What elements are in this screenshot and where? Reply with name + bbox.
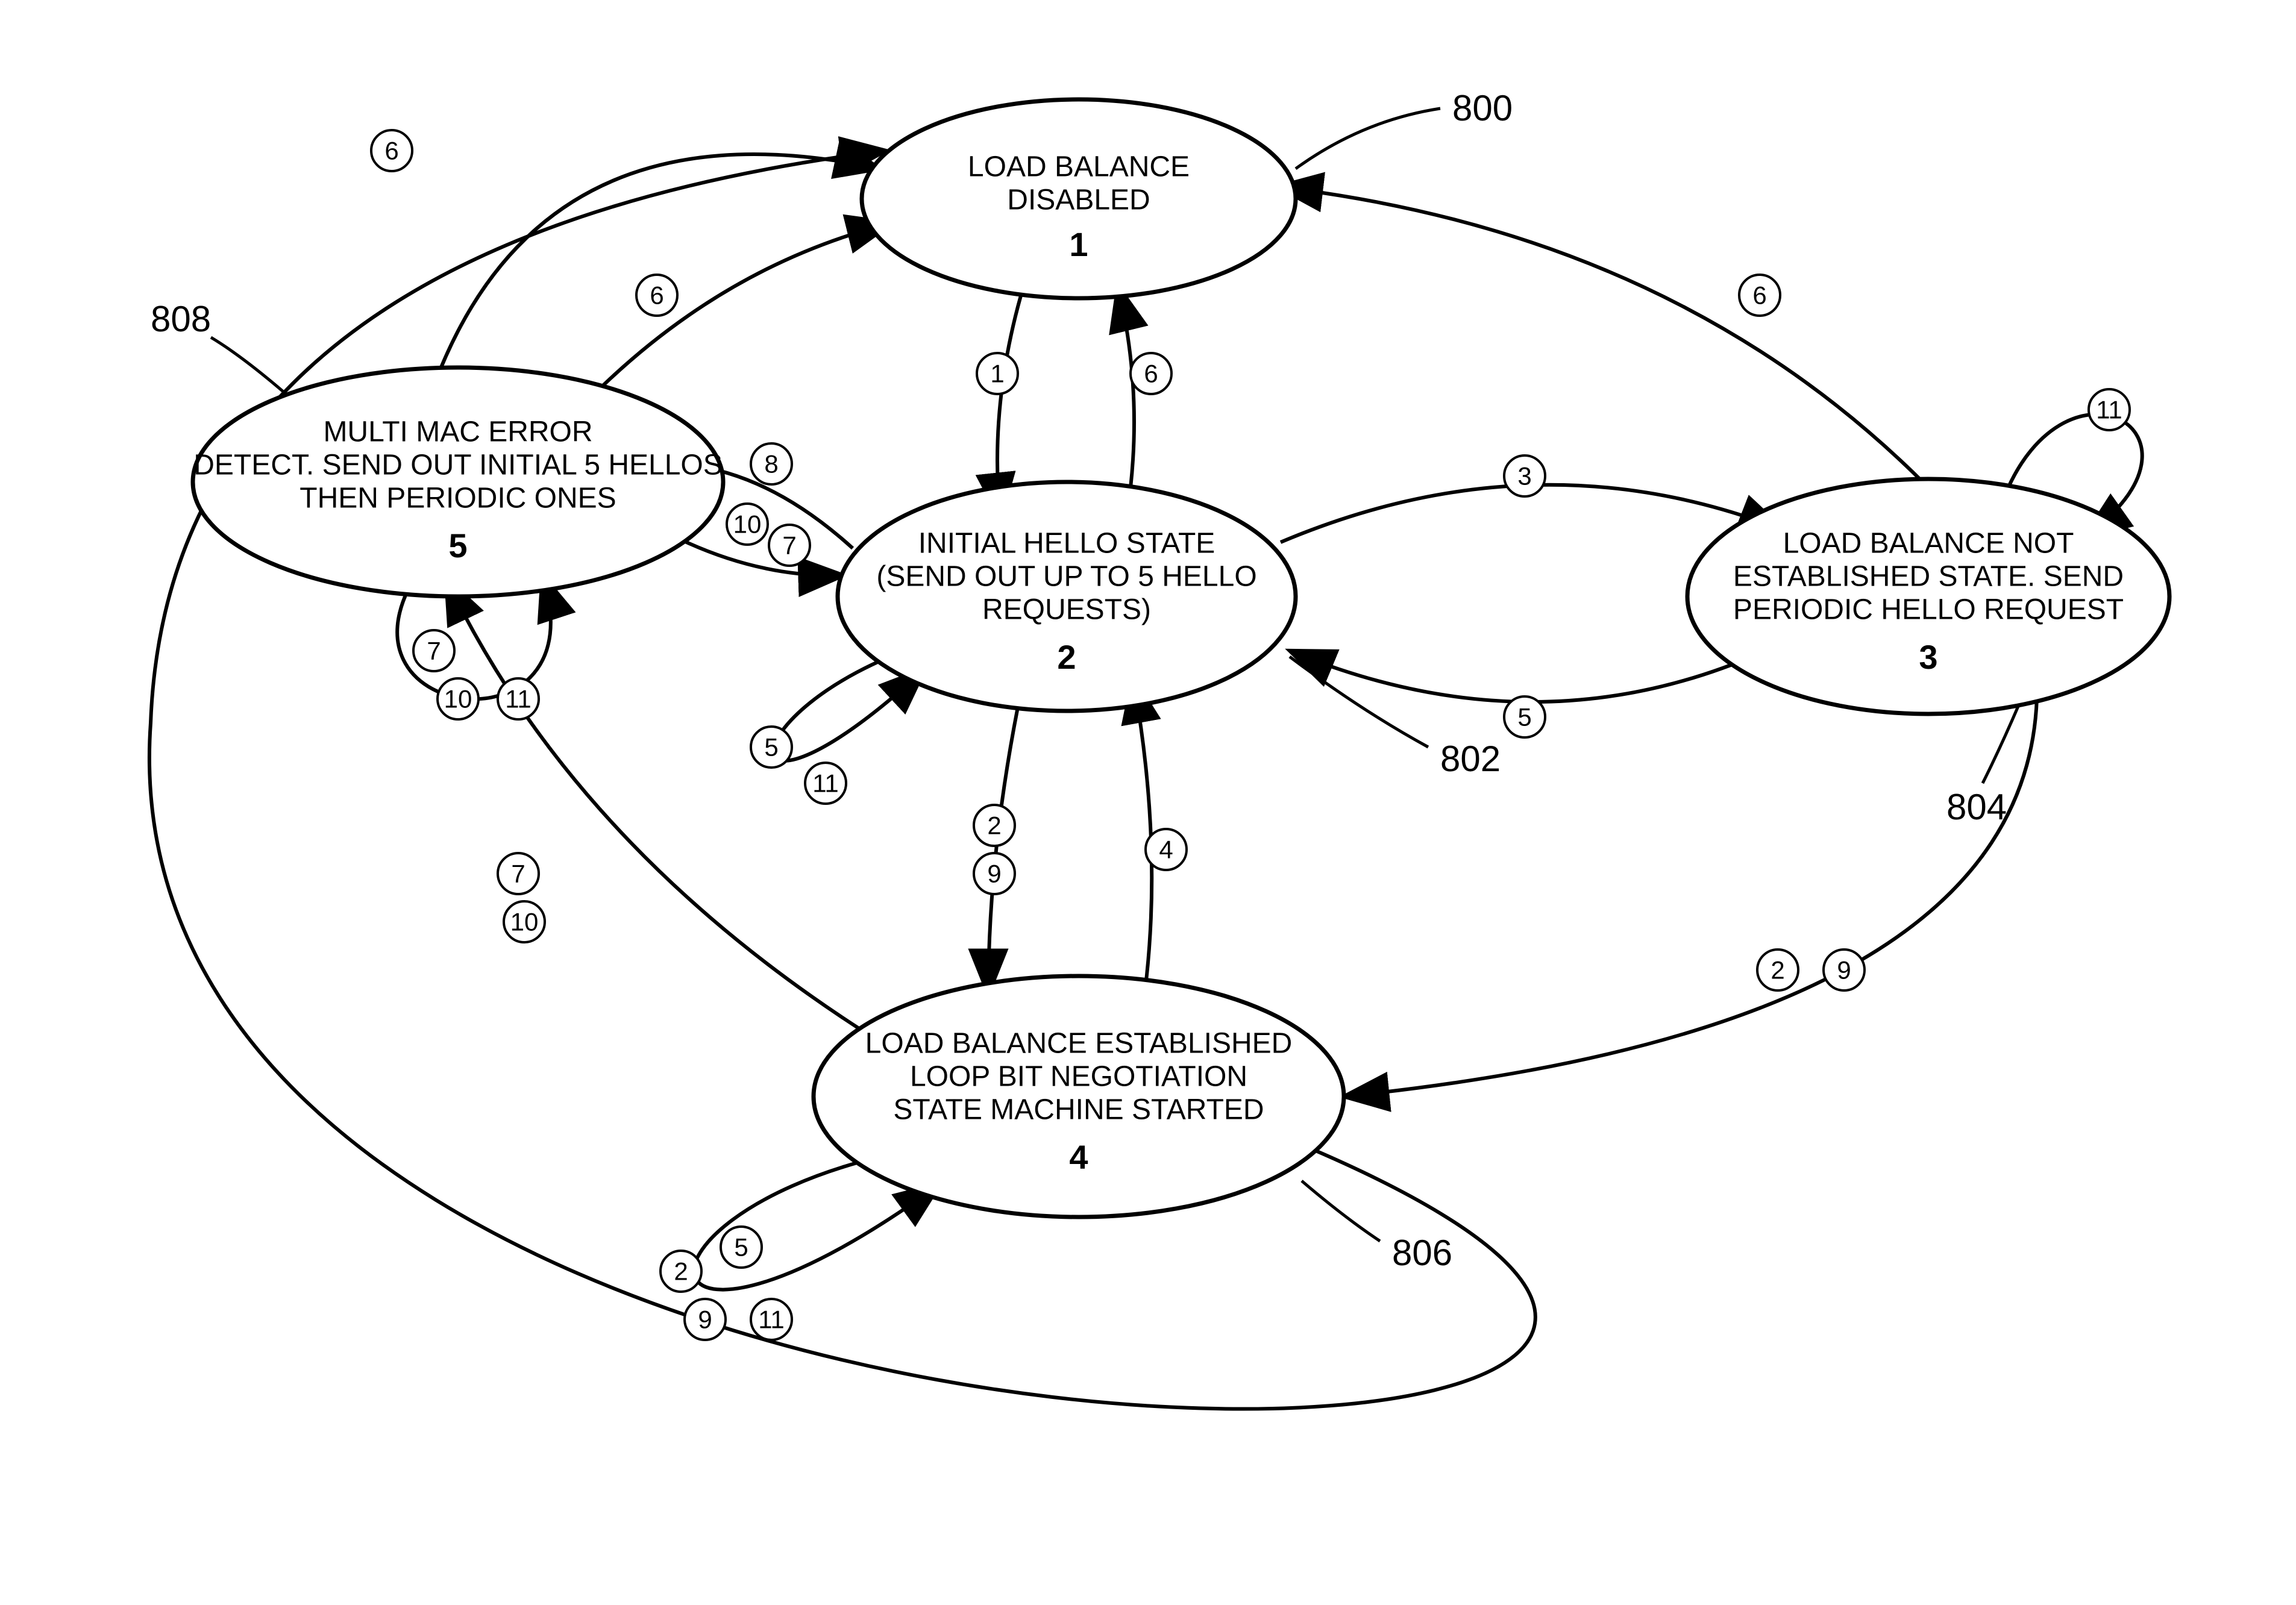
svg-text:800: 800 [1452, 88, 1513, 128]
svg-text:806: 806 [1392, 1233, 1452, 1273]
event-11-self3: 11 [2089, 389, 2130, 430]
svg-text:3: 3 [1517, 462, 1531, 490]
event-11-self5: 11 [498, 678, 539, 719]
svg-text:11: 11 [505, 685, 532, 713]
svg-text:11: 11 [2096, 396, 2122, 424]
event-9-self4: 9 [685, 1299, 726, 1340]
event-3: 3 [1504, 455, 1545, 496]
svg-text:6: 6 [1144, 360, 1158, 388]
svg-text:5: 5 [764, 733, 778, 762]
event-4: 4 [1146, 829, 1187, 870]
svg-text:11: 11 [758, 1306, 785, 1334]
svg-text:10: 10 [510, 908, 539, 936]
svg-text:7: 7 [427, 637, 441, 665]
event-11-self4: 11 [751, 1299, 792, 1340]
state-multi-mac-error: MULTI MAC ERROR DETECT. SEND OUT INITIAL… [193, 368, 723, 596]
svg-text:4: 4 [1159, 836, 1173, 864]
event-2-self4: 2 [660, 1251, 701, 1292]
state5-line2: DETECT. SEND OUT INITIAL 5 HELLOS [193, 449, 723, 481]
svg-text:808: 808 [151, 299, 211, 339]
svg-text:7: 7 [511, 860, 525, 888]
state-not-established: LOAD BALANCE NOT ESTABLISHED STATE. SEND… [1687, 479, 2169, 714]
state4-line1: LOAD BALANCE ESTABLISHED [865, 1028, 1293, 1060]
event-10-4to5: 10 [504, 901, 545, 942]
svg-text:10: 10 [733, 510, 762, 539]
svg-text:11: 11 [812, 769, 839, 798]
state2-line3: REQUESTS) [982, 594, 1151, 626]
svg-text:8: 8 [764, 450, 778, 478]
svg-text:9: 9 [1837, 956, 1851, 984]
event-2-2to4: 2 [974, 805, 1015, 846]
state1-num: 1 [1069, 225, 1088, 263]
event-9-3to4: 9 [1824, 950, 1865, 990]
state3-line2: ESTABLISHED STATE. SEND [1733, 561, 2124, 593]
state3-line3: PERIODIC HELLO REQUEST [1733, 594, 2124, 626]
state5-line3: THEN PERIODIC ONES [300, 483, 616, 515]
state2-line2: (SEND OUT UP TO 5 HELLO [876, 561, 1256, 593]
state3-num: 3 [1919, 638, 1937, 676]
svg-text:804: 804 [1946, 787, 2007, 827]
svg-text:6: 6 [650, 281, 663, 310]
state4-num: 4 [1069, 1138, 1088, 1176]
svg-text:10: 10 [444, 685, 472, 713]
event-1: 1 [977, 353, 1018, 394]
state1-line2: DISABLED [1007, 184, 1150, 216]
callout-806: 806 [1302, 1181, 1452, 1273]
svg-text:9: 9 [987, 860, 1001, 888]
event-7-4to5: 7 [498, 853, 539, 894]
event-6-3to1: 6 [1739, 275, 1780, 316]
state3-line1: LOAD BALANCE NOT [1783, 528, 2074, 560]
event-7-5to2: 7 [769, 525, 810, 566]
event-10-self5: 10 [438, 678, 478, 719]
svg-text:7: 7 [782, 531, 796, 560]
state2-line1: INITIAL HELLO STATE [918, 528, 1215, 560]
svg-text:1: 1 [990, 360, 1004, 388]
svg-text:2: 2 [987, 812, 1001, 840]
event-7-self5: 7 [413, 630, 454, 671]
event-6-5to1-inner: 6 [636, 275, 677, 316]
callout-800: 800 [1296, 88, 1513, 169]
event-6-5to1-outer: 6 [371, 130, 412, 171]
svg-text:2: 2 [1771, 956, 1784, 984]
state5-line1: MULTI MAC ERROR [323, 416, 592, 448]
state1-line1: LOAD BALANCE [968, 151, 1190, 183]
event-5-3to2: 5 [1504, 696, 1545, 737]
svg-text:9: 9 [698, 1306, 712, 1334]
svg-text:2: 2 [674, 1257, 688, 1286]
event-8: 8 [751, 443, 792, 484]
state4-line2: LOOP BIT NEGOTIATION [910, 1061, 1247, 1093]
svg-text:5: 5 [734, 1233, 748, 1262]
callout-808: 808 [151, 299, 283, 392]
svg-text:5: 5 [1517, 703, 1531, 731]
event-10-5to2: 10 [727, 504, 768, 545]
event-6-2to1: 6 [1131, 353, 1172, 394]
svg-text:6: 6 [384, 137, 398, 165]
state2-num: 2 [1057, 638, 1076, 676]
event-11-self2: 11 [805, 763, 846, 804]
callout-804: 804 [1946, 705, 2019, 827]
svg-text:802: 802 [1440, 739, 1501, 779]
state-established: LOAD BALANCE ESTABLISHED LOOP BIT NEGOTI… [814, 976, 1344, 1217]
state5-num: 5 [448, 527, 467, 565]
state-load-balance-disabled: LOAD BALANCE DISABLED 1 [862, 99, 1296, 298]
state-initial-hello: INITIAL HELLO STATE (SEND OUT UP TO 5 HE… [838, 482, 1296, 711]
callout-802: 802 [1290, 657, 1501, 779]
event-9-2to4: 9 [974, 853, 1015, 894]
event-5-self2: 5 [751, 727, 792, 768]
svg-text:6: 6 [1752, 281, 1766, 310]
event-2-3to4: 2 [1757, 950, 1798, 990]
event-5-self4: 5 [721, 1227, 762, 1268]
state-machine-diagram: LOAD BALANCE DISABLED 1 INITIAL HELLO ST… [0, 0, 2296, 1605]
state4-line3: STATE MACHINE STARTED [893, 1094, 1264, 1126]
